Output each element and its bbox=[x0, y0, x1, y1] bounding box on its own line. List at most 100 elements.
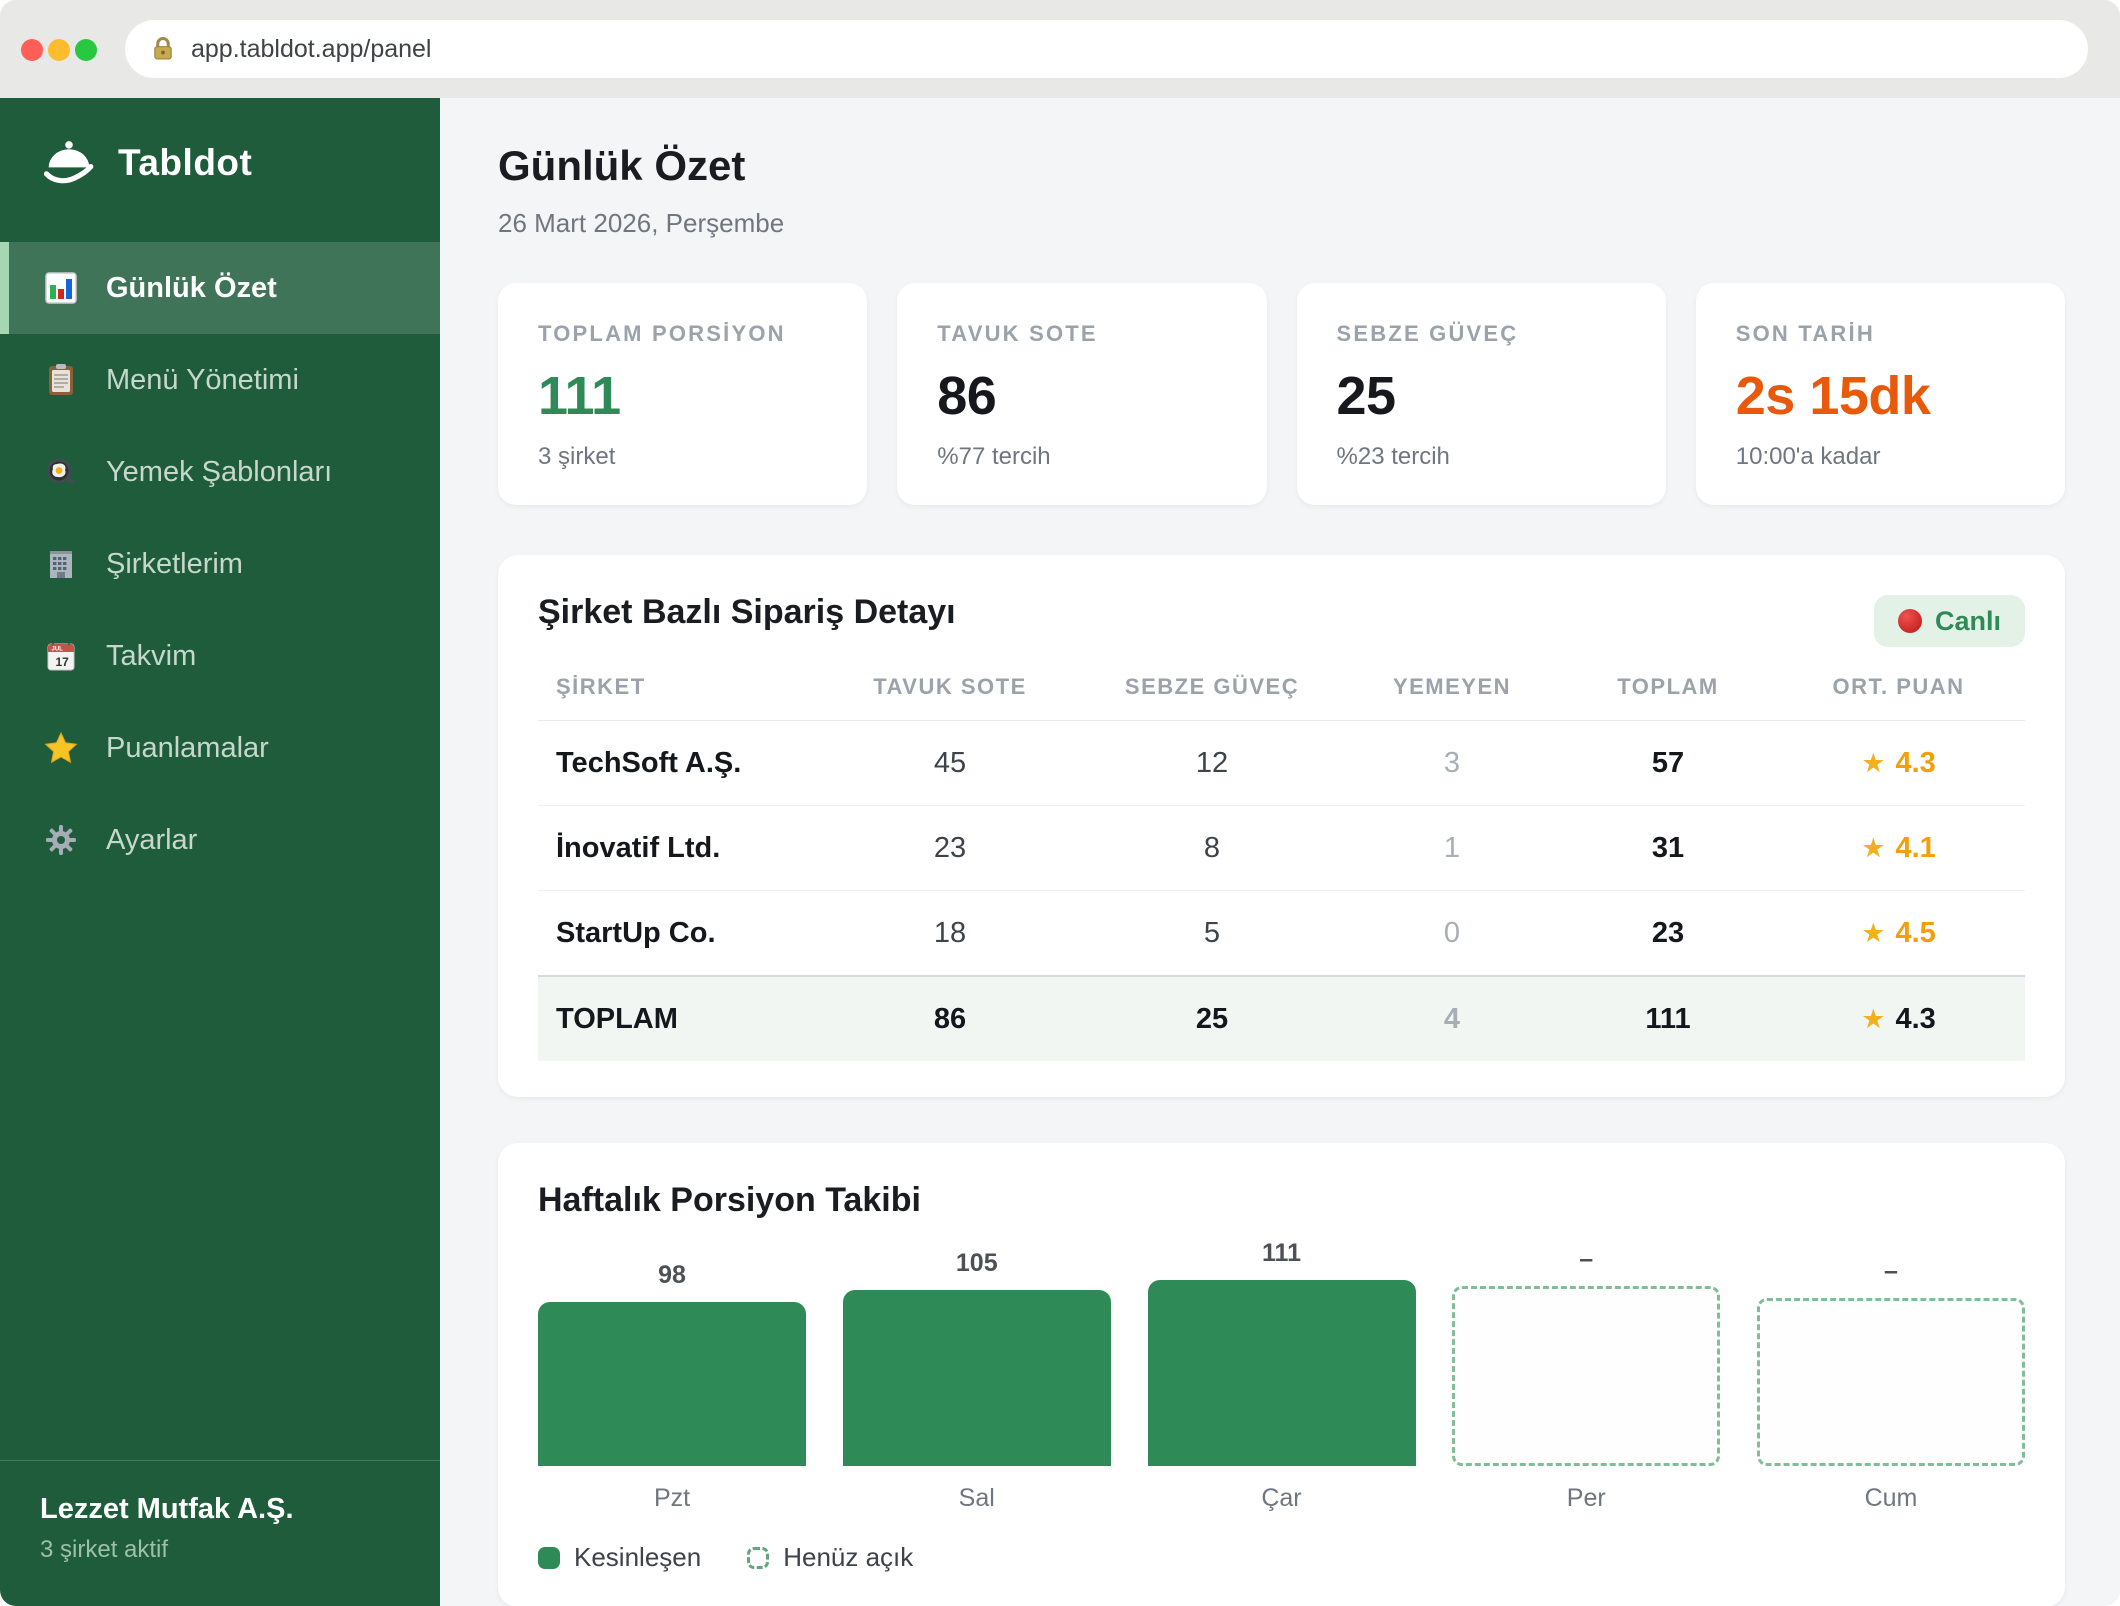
chart-slot-per: – Per bbox=[1452, 1245, 1720, 1514]
column-header-yemeyen: YEMEYEN bbox=[1340, 658, 1564, 721]
bar-value-label: 98 bbox=[658, 1261, 686, 1290]
legend-item-henuz-acik: Henüz açık bbox=[747, 1542, 913, 1573]
rating-value: 4.5 bbox=[1895, 917, 1935, 949]
stat-card-tavuk-sote: TAVUK SOTE86%77 tercih bbox=[897, 283, 1266, 505]
stat-cards-row: TOPLAM PORSİYON1113 şirketTAVUK SOTE86%7… bbox=[498, 283, 2065, 505]
cell-rating: ★ 4.3 bbox=[1772, 721, 2025, 806]
star-icon: ★ bbox=[1861, 748, 1885, 778]
cell-sebze_guvec: 5 bbox=[1084, 891, 1340, 977]
cloche-icon bbox=[40, 138, 98, 188]
sidebar-item-takvim[interactable]: JUL17Takvim bbox=[0, 610, 440, 702]
day-label: Sal bbox=[959, 1484, 995, 1514]
sidebar-footer: Lezzet Mutfak A.Ş. 3 şirket aktif bbox=[0, 1460, 440, 1606]
stat-label: TOPLAM PORSİYON bbox=[538, 321, 827, 347]
stat-label: SEBZE GÜVEÇ bbox=[1337, 321, 1626, 347]
sidebar-item-label: Şirketlerim bbox=[106, 548, 243, 581]
sidebar-nav: Günlük Özet Menü Yönetimi Yemek Şablonları… bbox=[0, 242, 440, 886]
day-label: Per bbox=[1567, 1484, 1606, 1514]
maximize-button[interactable] bbox=[75, 39, 97, 61]
traffic-lights bbox=[21, 39, 97, 61]
sidebar-item-label: Günlük Özet bbox=[106, 272, 277, 305]
stat-card-sebze-guvec: SEBZE GÜVEÇ25%23 tercih bbox=[1297, 283, 1666, 505]
close-button[interactable] bbox=[21, 39, 43, 61]
cell-company: TOPLAM bbox=[538, 976, 816, 1061]
minimize-button[interactable] bbox=[48, 39, 70, 61]
chart-slot-cum: –Cum bbox=[1757, 1257, 2025, 1514]
stat-card-son-tarih: SON TARİH 2s 15dk 10:00'a kadar bbox=[1696, 283, 2065, 505]
bar-value-label: – bbox=[1579, 1245, 1593, 1274]
cell-sebze_guvec: 8 bbox=[1084, 806, 1340, 891]
clipboard-icon bbox=[42, 361, 80, 399]
company-status: 3 şirket aktif bbox=[40, 1536, 400, 1564]
cell-toplam: 23 bbox=[1564, 891, 1772, 977]
lock-icon bbox=[149, 35, 177, 63]
star-icon bbox=[42, 729, 80, 767]
stat-value: 86 bbox=[937, 365, 1226, 427]
sidebar-item-label: Yemek Şablonları bbox=[106, 456, 332, 489]
bar-car bbox=[1148, 1280, 1416, 1466]
star-icon: ★ bbox=[1861, 918, 1885, 948]
cell-company: StartUp Co. bbox=[538, 891, 816, 977]
day-label: Çar bbox=[1261, 1484, 1301, 1514]
sidebar-item-label: Takvim bbox=[106, 640, 196, 673]
cell-tavuk_sote: 18 bbox=[816, 891, 1084, 977]
sidebar-item-gunluk-ozet[interactable]: Günlük Özet bbox=[0, 242, 440, 334]
cell-tavuk_sote: 45 bbox=[816, 721, 1084, 806]
page-date: 26 Mart 2026, Perşembe bbox=[498, 208, 2065, 239]
table-row-startup-co: StartUp Co.185023 ★ 4.5 bbox=[538, 891, 2025, 977]
sidebar-item-menu-yonetimi[interactable]: Menü Yönetimi bbox=[0, 334, 440, 426]
frying-pan-icon bbox=[42, 453, 80, 491]
weekly-chart-card: Haftalık Porsiyon Takibi 98Pzt105Sal111Ç… bbox=[498, 1143, 2065, 1606]
url-text: app.tabldot.app/panel bbox=[191, 35, 432, 64]
orders-card-title: Şirket Bazlı Sipariş Detayı bbox=[538, 593, 2025, 632]
stat-sub: 3 şirket bbox=[538, 443, 827, 471]
live-badge: Canlı bbox=[1874, 595, 2025, 647]
cell-tavuk_sote: 23 bbox=[816, 806, 1084, 891]
stat-value: 2s 15dk bbox=[1736, 365, 2025, 427]
cell-yemeyen: 0 bbox=[1340, 891, 1564, 977]
weekly-bar-chart: 98Pzt105Sal111Çar–Per–Cum bbox=[538, 1242, 2025, 1514]
page-title: Günlük Özet bbox=[498, 142, 2065, 190]
cell-sebze_guvec: 25 bbox=[1084, 976, 1340, 1061]
sidebar-item-sirketlerim[interactable]: Şirketlerim bbox=[0, 518, 440, 610]
column-header-sebze-guvec: SEBZE GÜVEÇ bbox=[1084, 658, 1340, 721]
sidebar: Tabldot Günlük Özet Menü Yönetimi Yemek Şa… bbox=[0, 98, 440, 1606]
stat-label: SON TARİH bbox=[1736, 321, 2025, 347]
legend-label: Henüz açık bbox=[783, 1542, 913, 1573]
stat-card-toplam-porsiyon: TOPLAM PORSİYON1113 şirket bbox=[498, 283, 867, 505]
column-header-toplam: TOPLAM bbox=[1564, 658, 1772, 721]
cell-company: TechSoft A.Ş. bbox=[538, 721, 816, 806]
red-dot-icon bbox=[1898, 609, 1922, 633]
bar-value-label: 105 bbox=[956, 1249, 998, 1278]
table-row-inovatif-ltd: İnovatif Ltd.238131★4.1 bbox=[538, 806, 2025, 891]
column-header-ort-puan: ORT. PUAN bbox=[1772, 658, 2025, 721]
stat-sub: %23 tercih bbox=[1337, 443, 1626, 471]
url-bar[interactable]: app.tabldot.app/panel bbox=[125, 20, 2088, 78]
sidebar-item-label: Ayarlar bbox=[106, 824, 197, 857]
cell-rating: ★ 4.1 bbox=[1772, 806, 2025, 891]
open-bar-per bbox=[1452, 1286, 1720, 1466]
rating-value: 4.1 bbox=[1895, 832, 1935, 864]
sidebar-item-puanlamalar[interactable]: Puanlamalar bbox=[0, 702, 440, 794]
app-logo: Tabldot bbox=[0, 98, 440, 188]
legend-label: Kesinleşen bbox=[574, 1542, 701, 1573]
legend-item-kesinlesen: Kesinleşen bbox=[538, 1542, 701, 1573]
sidebar-item-yemek-sablonlari[interactable]: Yemek Şablonları bbox=[0, 426, 440, 518]
stat-sub: %77 tercih bbox=[937, 443, 1226, 471]
orders-table: ŞİRKETTAVUK SOTESEBZE GÜVEÇYEMEYENTOPLAM… bbox=[538, 658, 2025, 1061]
browser-chrome: app.tabldot.app/panel bbox=[0, 0, 2120, 99]
cell-toplam: 111 bbox=[1564, 976, 1772, 1061]
bar-pzt bbox=[538, 1302, 806, 1466]
table-row-techsoft-a-s: TechSoft A.Ş.4512357★4.3 bbox=[538, 721, 2025, 806]
cell-yemeyen: 4 bbox=[1340, 976, 1564, 1061]
svg-text:JUL: JUL bbox=[52, 647, 64, 653]
rating-value: 4.3 bbox=[1895, 747, 1935, 779]
stat-sub: 10:00'a kadar bbox=[1736, 443, 2025, 471]
chart-slot-pzt: 98Pzt bbox=[538, 1261, 806, 1514]
sidebar-item-ayarlar[interactable]: Ayarlar bbox=[0, 794, 440, 886]
cell-yemeyen: 1 bbox=[1340, 806, 1564, 891]
star-icon: ★ bbox=[1861, 833, 1885, 863]
bar-value-label: – bbox=[1884, 1257, 1898, 1286]
solid-swatch-icon bbox=[538, 1547, 560, 1569]
live-badge-label: Canlı bbox=[1935, 606, 2001, 637]
